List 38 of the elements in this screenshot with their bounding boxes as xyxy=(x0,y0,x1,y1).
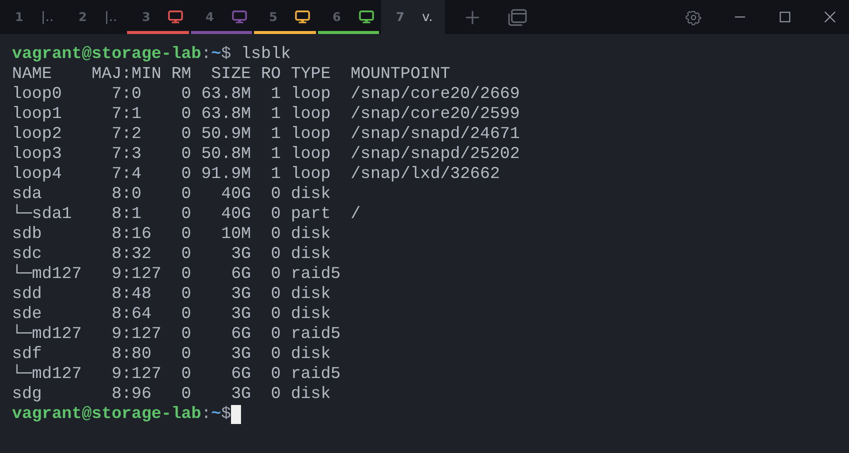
output-line: loop3 7:3 0 50.8M 1 loop /snap/snapd/25202 xyxy=(12,144,520,164)
close-icon[interactable] xyxy=(824,11,836,23)
output-line: sde 8:64 0 3G 0 disk xyxy=(12,304,331,324)
terminal-tab[interactable]: 1 |.. xyxy=(0,0,64,34)
prompt-user-host: vagrant@storage-lab xyxy=(12,44,202,64)
prompt-symbol: $ xyxy=(221,404,232,424)
prompt-symbol: $ xyxy=(221,44,232,64)
output-line: └─md127 9:127 0 6G 0 raid5 xyxy=(12,364,341,384)
output-line: sdb 8:16 0 10M 0 disk xyxy=(12,224,331,244)
prompt-user-host: vagrant@storage-lab xyxy=(12,404,202,424)
output-line: NAME MAJ:MIN RM SIZE RO TYPE MOUNTPOINT xyxy=(12,64,450,84)
output-line: sda 8:0 0 40G 0 disk xyxy=(12,184,331,204)
terminal-tab[interactable]: 6 xyxy=(318,0,381,34)
output-line: └─md127 9:127 0 6G 0 raid5 xyxy=(12,264,341,284)
output-line: loop0 7:0 0 63.8M 1 loop /snap/core20/2669 xyxy=(12,84,520,104)
prompt-separator: : xyxy=(201,404,212,424)
output-line: └─md127 9:127 0 6G 0 raid5 xyxy=(12,324,341,344)
terminal-tab[interactable]: 2 |.. xyxy=(64,0,127,34)
terminal-tab[interactable]: 7 v. xyxy=(381,0,444,34)
prompt-path: ~ xyxy=(211,404,222,424)
output-line: loop4 7:4 0 91.9M 1 loop /snap/lxd/32662 xyxy=(12,164,500,184)
terminal-tab[interactable]: 4 xyxy=(190,0,254,34)
settings-icon[interactable] xyxy=(685,8,702,26)
output-line: loop2 7:2 0 50.9M 1 loop /snap/snapd/24671 xyxy=(12,124,520,144)
window-list-icon[interactable] xyxy=(508,8,526,26)
output-line: loop1 7:1 0 63.8M 1 loop /snap/core20/2599 xyxy=(12,104,520,124)
maximize-icon[interactable] xyxy=(779,11,791,23)
output-line: sdc 8:32 0 3G 0 disk xyxy=(12,244,331,264)
command-text: lsblk xyxy=(240,44,291,64)
output-line: sdg 8:96 0 3G 0 disk xyxy=(12,384,331,404)
output-line: └─sda1 8:1 0 40G 0 part / xyxy=(12,204,361,224)
terminal-tab[interactable]: 5 xyxy=(254,0,318,34)
prompt-path: ~ xyxy=(211,44,222,64)
prompt-separator: : xyxy=(201,44,212,64)
output-line: sdf 8:80 0 3G 0 disk xyxy=(12,344,331,364)
terminal-tab[interactable]: 3 xyxy=(127,0,190,34)
new-tab-icon[interactable] xyxy=(464,10,480,24)
output-line: sdd 8:48 0 3G 0 disk xyxy=(12,284,331,304)
